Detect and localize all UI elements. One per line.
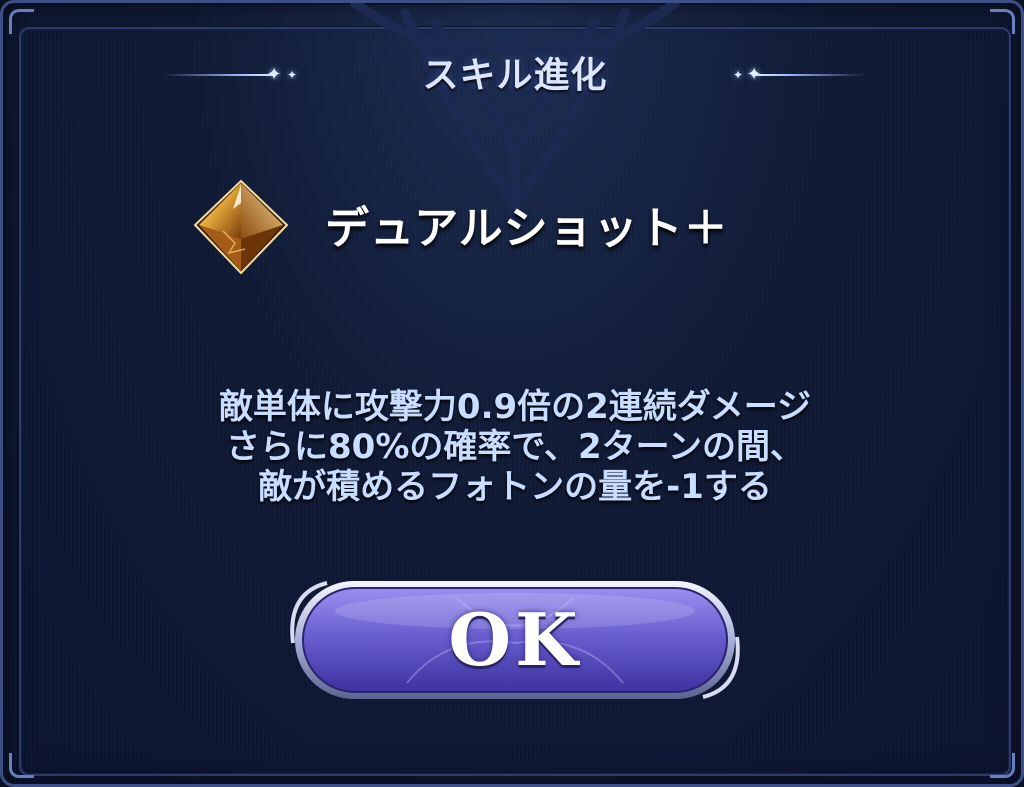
ok-button-label: OK bbox=[448, 597, 582, 682]
skill-evolution-dialog: ✦ ✦ ✦ ✦ スキル進化 デュアルショット＋ 敵単体に攻撃力0.9倍の2連続ダ… bbox=[0, 0, 1024, 787]
title-divider-left bbox=[163, 74, 273, 76]
ok-button[interactable]: OK bbox=[287, 573, 743, 707]
frame-corner-ornament bbox=[9, 753, 34, 778]
dialog-title: スキル進化 bbox=[422, 55, 608, 96]
title-divider-right bbox=[755, 74, 865, 76]
skill-description: 敵単体に攻撃力0.9倍の2連続ダメージ さらに80%の確率で、2ターンの間、 敵… bbox=[115, 387, 915, 507]
frame-corner-ornament bbox=[990, 9, 1015, 34]
skill-description-line: 敵が積めるフォトンの量を-1する bbox=[258, 467, 772, 507]
skill-description-line: さらに80%の確率で、2ターンの間、 bbox=[226, 427, 804, 467]
sparkle-diamond-icon: ✦ bbox=[746, 64, 762, 85]
sparkle-diamond-icon: ✦ bbox=[266, 64, 282, 85]
frame-corner-ornament bbox=[9, 9, 34, 34]
frame-corner-ornament bbox=[990, 753, 1015, 778]
skill-name: デュアルショット＋ bbox=[325, 203, 729, 254]
crest-ornament bbox=[350, 3, 680, 233]
amber-crystal-gem-icon bbox=[193, 179, 289, 275]
skill-description-line: 敵単体に攻撃力0.9倍の2連続ダメージ bbox=[218, 387, 812, 427]
sparkle-diamond-icon: ✦ bbox=[286, 68, 298, 82]
